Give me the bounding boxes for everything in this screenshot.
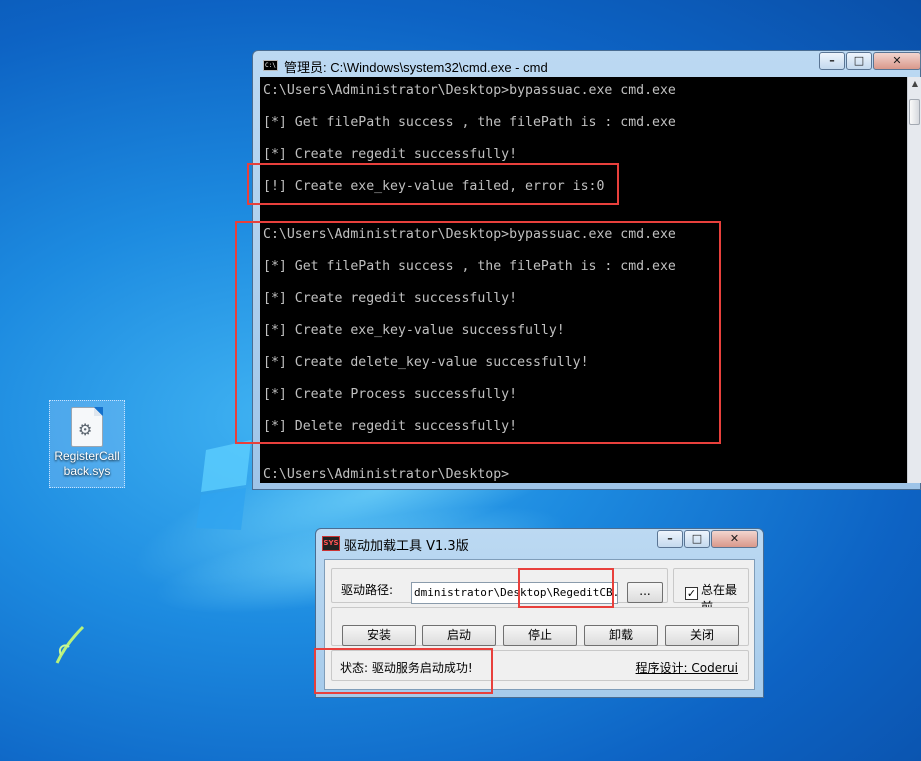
always-on-top-checkbox[interactable]: ✓ bbox=[685, 587, 698, 600]
wallpaper-leaf bbox=[55, 625, 85, 664]
uninstall-button[interactable]: 卸载 bbox=[584, 625, 658, 646]
minimize-button[interactable]: – bbox=[657, 530, 683, 548]
highlight-status bbox=[314, 648, 493, 694]
start-button[interactable]: 启动 bbox=[422, 625, 496, 646]
sys-app-icon: SYS bbox=[322, 536, 340, 551]
topmost-group: ✓ 总在最前 bbox=[673, 568, 749, 614]
console-line: C:\Users\Administrator\Desktop>bypassuac… bbox=[263, 83, 676, 98]
cmd-app-icon: C:\ bbox=[263, 60, 278, 71]
highlight-successful-attempt bbox=[235, 221, 721, 444]
console-line: [*] Get filePath success , the filePath … bbox=[263, 115, 676, 130]
stop-button[interactable]: 停止 bbox=[503, 625, 577, 646]
close-app-button[interactable]: 关闭 bbox=[665, 625, 739, 646]
console-line: [*] Create regedit successfully! bbox=[263, 147, 518, 162]
maximize-button[interactable]: □ bbox=[684, 530, 710, 548]
desktop-icon-label: RegisterCallback.sys bbox=[54, 449, 120, 478]
scroll-up-icon[interactable]: ▲ bbox=[908, 77, 921, 91]
path-label: 驱动路径: bbox=[341, 583, 394, 597]
path-group: 驱动路径: dministrator\Desktop\RegeditCB.sys… bbox=[331, 568, 668, 604]
gear-icon: ⚙ bbox=[78, 420, 93, 439]
actions-group: 安装 启动 停止 卸载 关闭 bbox=[331, 607, 749, 646]
close-button[interactable]: ✕ bbox=[873, 52, 921, 70]
windows-logo-flag bbox=[196, 440, 251, 530]
highlight-failed-attempt bbox=[247, 163, 619, 205]
highlight-driver-path bbox=[518, 568, 614, 608]
minimize-button[interactable]: – bbox=[819, 52, 845, 70]
credit-link[interactable]: 程序设计: Coderui bbox=[636, 659, 738, 676]
console-line: C:\Users\Administrator\Desktop> bbox=[263, 467, 510, 482]
maximize-button[interactable]: □ bbox=[846, 52, 872, 70]
cmd-title-bar[interactable]: C:\ 管理员: C:\Windows\system32\cmd.exe - c… bbox=[253, 51, 921, 77]
cmd-window-title: 管理员: C:\Windows\system32\cmd.exe - cmd bbox=[284, 60, 548, 75]
desktop-icon-registercallback[interactable]: ⚙ RegisterCallback.sys bbox=[49, 400, 125, 488]
driver-loader-title: 驱动加载工具 V1.3版 bbox=[344, 539, 469, 554]
console-scrollbar[interactable]: ▲ bbox=[907, 77, 921, 483]
file-corner-icon bbox=[94, 407, 103, 416]
browse-button[interactable]: ... bbox=[627, 582, 663, 603]
gear-file-icon: ⚙ bbox=[71, 407, 103, 447]
scroll-thumb[interactable] bbox=[909, 99, 920, 125]
install-button[interactable]: 安装 bbox=[342, 625, 416, 646]
close-button[interactable]: ✕ bbox=[711, 530, 758, 548]
